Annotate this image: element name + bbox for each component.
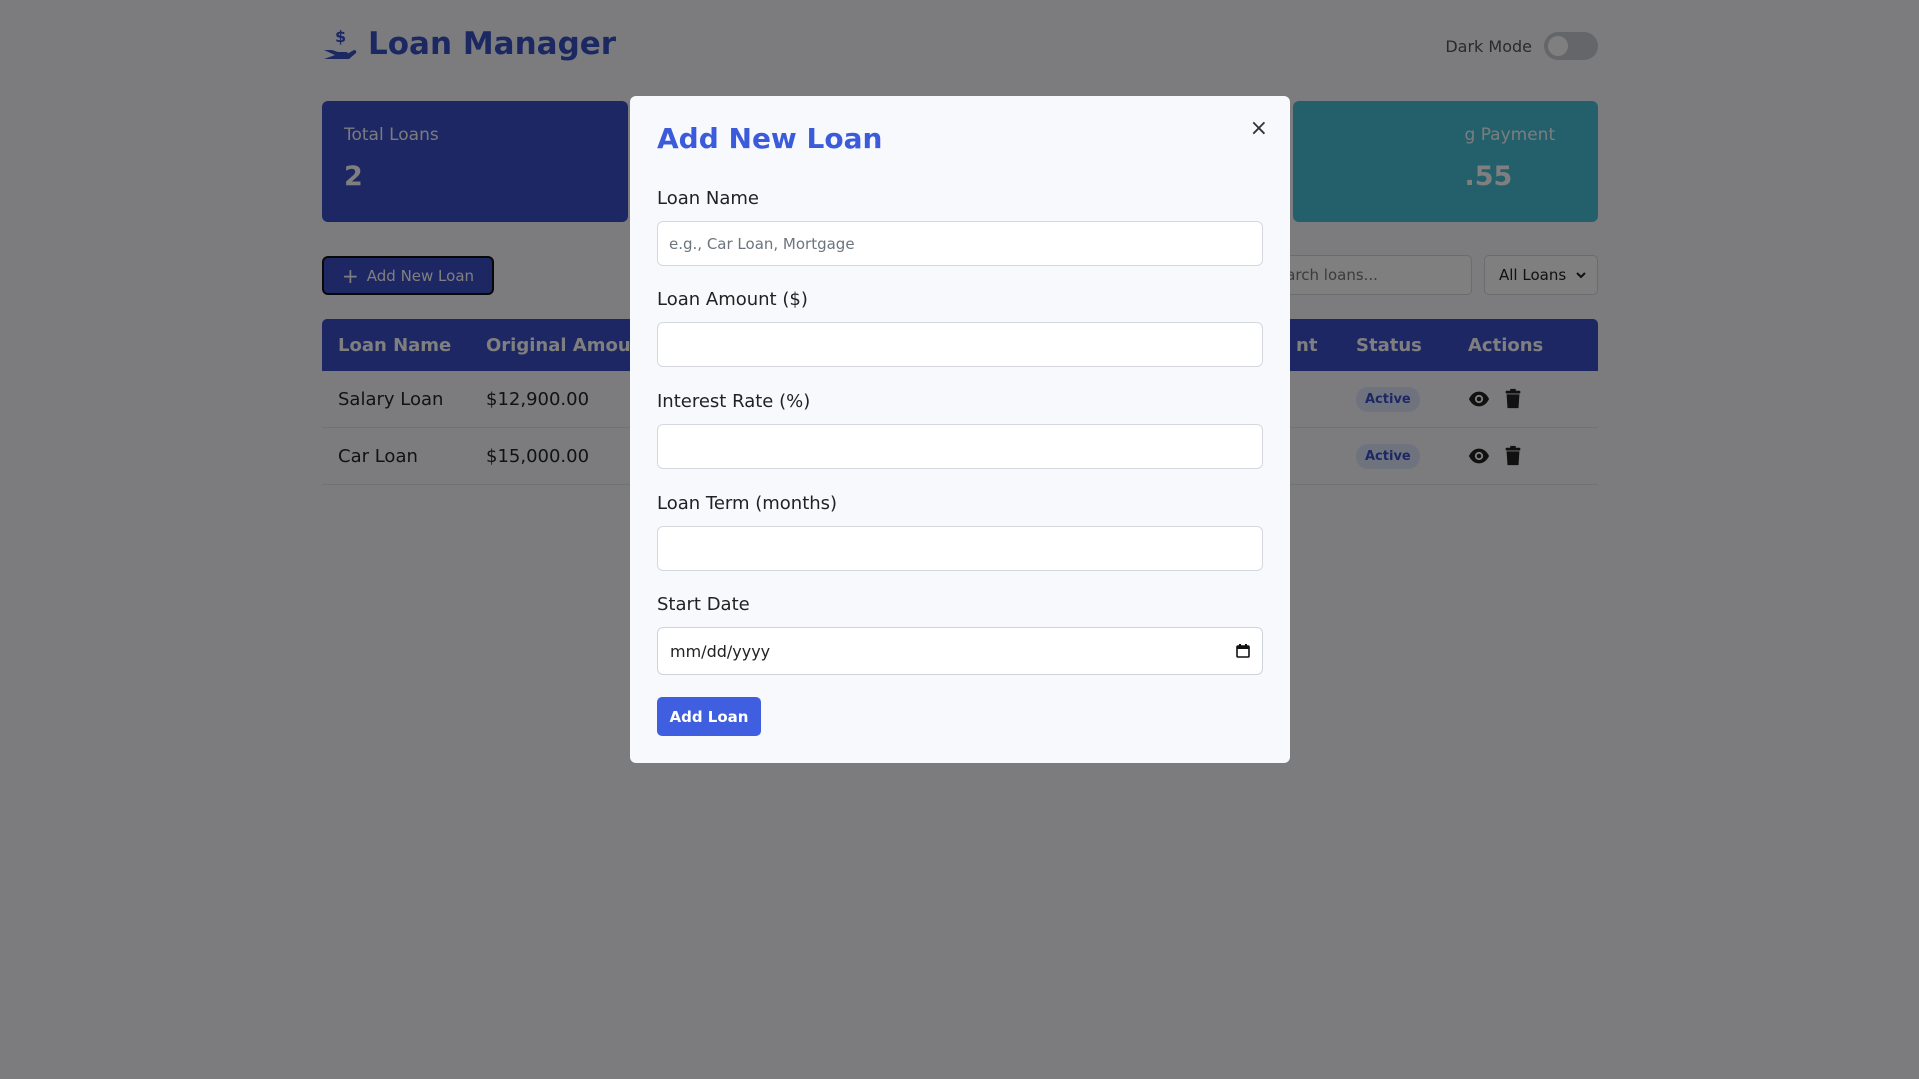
interest-rate-input[interactable] bbox=[657, 424, 1263, 469]
loan-amount-input[interactable] bbox=[657, 322, 1263, 367]
start-date-value: mm/dd/yyyy bbox=[670, 641, 771, 661]
loan-term-label: Loan Term (months) bbox=[657, 493, 838, 514]
loan-amount-field: Loan Amount ($) bbox=[657, 289, 1263, 367]
loan-term-field: Loan Term (months) bbox=[657, 493, 1263, 571]
loan-amount-label: Loan Amount ($) bbox=[657, 289, 808, 310]
start-date-label: Start Date bbox=[657, 594, 750, 615]
loan-name-label: Loan Name bbox=[657, 188, 759, 209]
loan-name-input[interactable] bbox=[657, 221, 1263, 266]
add-loan-submit-button[interactable]: Add Loan bbox=[657, 697, 761, 736]
interest-rate-field: Interest Rate (%) bbox=[657, 391, 1263, 469]
interest-rate-label: Interest Rate (%) bbox=[657, 391, 811, 412]
modal-title: Add New Loan bbox=[657, 122, 883, 155]
add-loan-modal: Add New Loan × Loan Name Loan Amount ($)… bbox=[630, 96, 1290, 763]
loan-name-field: Loan Name bbox=[657, 188, 1263, 266]
calendar-icon[interactable] bbox=[1236, 644, 1250, 658]
start-date-field: Start Date mm/dd/yyyy bbox=[657, 594, 1263, 675]
loan-term-input[interactable] bbox=[657, 526, 1263, 571]
close-icon[interactable]: × bbox=[1250, 118, 1268, 140]
start-date-input[interactable]: mm/dd/yyyy bbox=[657, 627, 1263, 675]
